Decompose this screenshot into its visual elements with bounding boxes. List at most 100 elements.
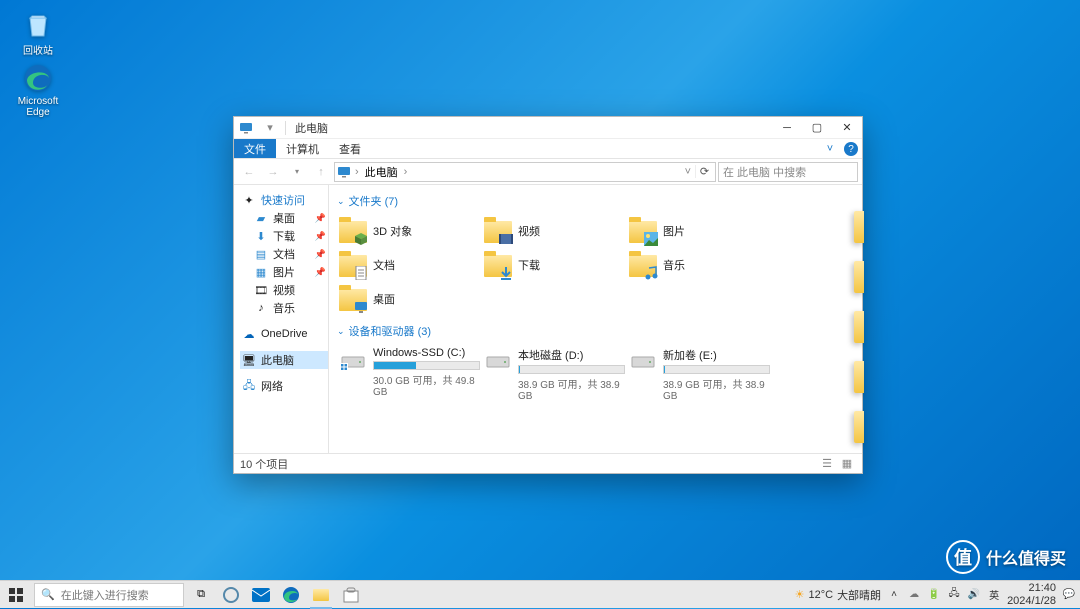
ribbon-tab-computer[interactable]: 计算机 <box>276 139 329 158</box>
network-icon: 🖧 <box>242 379 256 393</box>
refresh-button[interactable]: ⟳ <box>695 165 713 178</box>
breadcrumb-this-pc[interactable]: 此电脑 <box>363 164 400 180</box>
sun-icon: ☀ <box>795 588 805 601</box>
volume-icon[interactable]: 🔊 <box>967 588 981 602</box>
drive-name: 本地磁盘 (D:) <box>518 347 625 363</box>
nav-music[interactable]: ♪音乐 <box>240 299 328 317</box>
drive-icon <box>484 347 512 375</box>
ribbon-tab-view[interactable]: 查看 <box>329 139 371 158</box>
store-app-button[interactable] <box>336 581 366 609</box>
folder-label: 音乐 <box>663 257 685 273</box>
drive-usage-bar <box>663 365 770 374</box>
this-pc-icon <box>337 165 351 179</box>
desktop-icon-label: 回收站 <box>23 42 53 57</box>
view-details-button[interactable]: ☰ <box>818 456 836 472</box>
search-input[interactable]: 在 此电脑 中搜索 <box>718 162 858 182</box>
nav-onedrive[interactable]: ☁OneDrive <box>240 325 328 343</box>
pin-icon: 📌 <box>315 213 326 224</box>
nav-forward-button[interactable]: → <box>262 161 284 183</box>
windows-logo-icon <box>9 588 23 602</box>
content-pane: ⌄文件夹 (7) 3D 对象 视频 图片文档 下载 音乐桌面 ⌄设备和驱动器 (3) W… <box>329 185 862 453</box>
edge-app-button[interactable] <box>276 581 306 609</box>
nav-back-button[interactable]: ← <box>238 161 260 183</box>
cloud-icon: ☁ <box>242 327 256 341</box>
watermark-badge: 值 <box>946 540 980 574</box>
drive-item[interactable]: Windows-SSD (C:) 30.0 GB 可用，共 49.8 GB <box>337 345 482 404</box>
drive-item[interactable]: 本地磁盘 (D:)38.9 GB 可用，共 38.9 GB <box>482 345 627 404</box>
task-view-button[interactable]: ⧉ <box>186 581 216 609</box>
mail-app-button[interactable] <box>246 581 276 609</box>
ribbon-expand-button[interactable]: ˅ <box>820 139 840 158</box>
folder-icon <box>629 217 657 245</box>
weather-widget[interactable]: ☀ 12°C 大部晴朗 <box>795 587 881 603</box>
address-bar[interactable]: › 此电脑 › ˅ ⟳ <box>334 162 716 182</box>
nav-pictures[interactable]: ▦图片📌 <box>240 263 328 281</box>
close-button[interactable]: ✕ <box>832 117 862 139</box>
nav-desktop[interactable]: ▰桌面📌 <box>240 209 328 227</box>
folder-item[interactable]: 3D 对象 <box>337 215 482 247</box>
navigation-pane: ✦快速访问 ▰桌面📌 ⬇下载📌 ▤文档📌 ▦图片📌 🎞视频 ♪音乐 ☁OneDr… <box>234 185 329 453</box>
start-button[interactable] <box>0 581 32 609</box>
folder-item[interactable]: 图片 <box>627 215 772 247</box>
battery-icon[interactable]: 🔋 <box>927 588 941 602</box>
search-icon: 🔍 <box>41 588 55 601</box>
nav-documents[interactable]: ▤文档📌 <box>240 245 328 263</box>
desktop-icon-recycle-bin[interactable]: 回收站 <box>12 8 64 57</box>
pin-icon: 📌 <box>315 267 326 278</box>
image-icon: ▦ <box>254 265 268 279</box>
pin-icon: 📌 <box>315 249 326 260</box>
folder-label: 桌面 <box>373 291 395 307</box>
minimize-button[interactable]: ─ <box>772 117 802 139</box>
folder-label: 文档 <box>373 257 395 273</box>
tray-overflow-button[interactable]: ˄ <box>887 588 901 602</box>
nav-downloads[interactable]: ⬇下载📌 <box>240 227 328 245</box>
quick-access-toolbar[interactable]: ▾ <box>260 118 280 138</box>
video-icon: 🎞 <box>254 283 268 297</box>
folder-label: 3D 对象 <box>373 223 412 239</box>
help-button[interactable]: ? <box>844 142 858 156</box>
clock[interactable]: 21:40 2024/1/28 <box>1007 582 1056 606</box>
action-center-button[interactable]: 💬 <box>1062 588 1076 602</box>
status-item-count: 10 个项目 <box>240 456 288 472</box>
cortana-button[interactable] <box>216 581 246 609</box>
view-large-icons-button[interactable]: ▦ <box>838 456 856 472</box>
network-icon[interactable]: 🖧 <box>947 588 961 602</box>
chevron-right-icon: › <box>404 166 408 178</box>
chevron-right-icon: › <box>355 166 359 178</box>
folder-icon <box>484 217 512 245</box>
drive-usage-bar <box>373 361 480 370</box>
ime-indicator[interactable]: 英 <box>987 588 1001 602</box>
nav-history-button[interactable]: ▾ <box>286 161 308 183</box>
ribbon-tab-file[interactable]: 文件 <box>234 139 276 158</box>
desktop-icon-edge[interactable]: Microsoft Edge <box>12 62 64 118</box>
nav-this-pc[interactable]: 🖥此电脑 <box>240 351 328 369</box>
folder-item[interactable]: 下载 <box>482 249 627 281</box>
nav-videos[interactable]: 🎞视频 <box>240 281 328 299</box>
folder-item[interactable]: 音乐 <box>627 249 772 281</box>
folder-item[interactable]: 文档 <box>337 249 482 281</box>
onedrive-tray-icon[interactable]: ☁ <box>907 588 921 602</box>
taskbar-search-input[interactable]: 🔍 在此键入进行搜索 <box>34 583 184 607</box>
folder-icon <box>339 251 367 279</box>
drive-detail: 30.0 GB 可用，共 49.8 GB <box>373 372 480 398</box>
caret-down-icon: ⌄ <box>337 326 345 337</box>
desktop-icon: ▰ <box>254 211 268 225</box>
folder-icon <box>629 251 657 279</box>
folder-item[interactable]: 视频 <box>482 215 627 247</box>
drive-item[interactable]: 新加卷 (E:)38.9 GB 可用，共 38.9 GB <box>627 345 772 404</box>
maximize-button[interactable]: ▢ <box>802 117 832 139</box>
group-drives-header[interactable]: ⌄设备和驱动器 (3) <box>337 323 854 339</box>
nav-quick-access[interactable]: ✦快速访问 <box>240 191 328 209</box>
folder-label: 图片 <box>663 223 685 239</box>
folder-icon <box>484 251 512 279</box>
group-folders-header[interactable]: ⌄文件夹 (7) <box>337 193 854 209</box>
drive-name: Windows-SSD (C:) <box>373 347 480 359</box>
folder-item[interactable]: 桌面 <box>337 283 482 315</box>
file-explorer-app-button[interactable] <box>306 581 336 609</box>
desktop-icon-label: Microsoft Edge <box>12 96 64 118</box>
edge-icon <box>22 62 54 94</box>
chevron-down-icon[interactable]: ˅ <box>685 166 691 178</box>
folder-label: 视频 <box>518 223 540 239</box>
nav-network[interactable]: 🖧网络 <box>240 377 328 395</box>
nav-up-button[interactable]: ↑ <box>310 161 332 183</box>
